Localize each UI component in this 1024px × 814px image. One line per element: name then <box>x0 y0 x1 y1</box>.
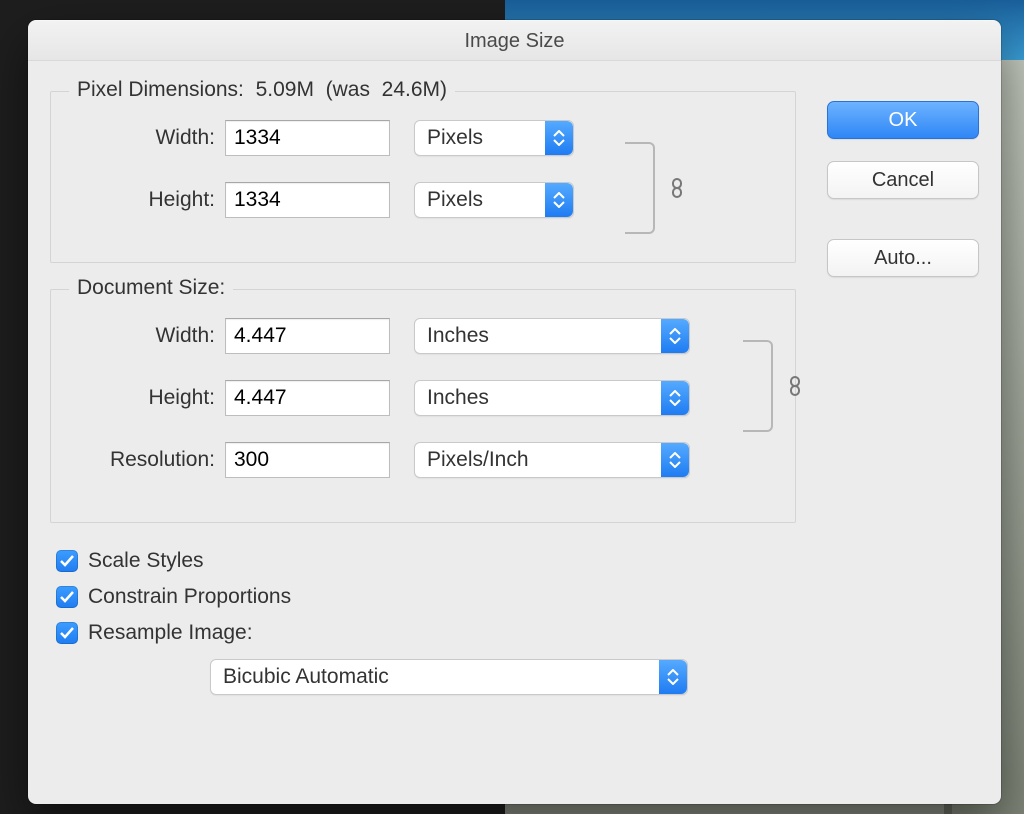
doc-width-unit-select[interactable]: Inches <box>414 318 690 354</box>
pixel-dimensions-was-suffix: ) <box>440 78 447 101</box>
pixel-dimensions-was: 24.6M <box>382 78 440 101</box>
doc-width-input[interactable] <box>225 318 390 354</box>
main-column: Pixel Dimensions: 5.09M (was 24.6M) Widt… <box>50 91 796 695</box>
pixel-height-unit-value: Pixels <box>427 188 483 212</box>
image-size-dialog: Image Size Pixel Dimensions: 5.09M (was … <box>28 20 1001 804</box>
auto-button[interactable]: Auto... <box>827 239 979 277</box>
doc-height-row: Height: Inches <box>69 380 777 416</box>
stepper-icon <box>661 443 689 477</box>
doc-width-unit-value: Inches <box>427 324 489 348</box>
checkbox-checked-icon <box>56 550 78 572</box>
cancel-button[interactable]: Cancel <box>827 161 979 199</box>
ok-button[interactable]: OK <box>827 101 979 139</box>
chain-link-icon <box>667 176 687 200</box>
pixel-dimensions-legend: Pixel Dimensions: 5.09M (was 24.6M) <box>69 78 455 102</box>
constrain-proportions-checkbox[interactable]: Constrain Proportions <box>56 585 796 609</box>
doc-width-label: Width: <box>69 324 225 348</box>
pixel-dimensions-size: 5.09M <box>256 78 314 101</box>
doc-resolution-row: Resolution: Pixels/Inch <box>69 442 777 478</box>
doc-link-bracket <box>743 340 773 432</box>
pixel-height-input[interactable] <box>225 182 390 218</box>
stepper-icon <box>661 381 689 415</box>
doc-resolution-unit-value: Pixels/Inch <box>427 448 529 472</box>
checkbox-checked-icon <box>56 586 78 608</box>
pixel-width-row: Width: Pixels <box>69 120 777 156</box>
dialog-title: Image Size <box>28 21 1001 61</box>
pixel-width-unit-select[interactable]: Pixels <box>414 120 574 156</box>
pixel-dimensions-label: Pixel Dimensions: <box>77 78 244 101</box>
resample-image-label: Resample Image: <box>88 621 253 645</box>
doc-width-row: Width: Inches <box>69 318 777 354</box>
stepper-icon <box>545 183 573 217</box>
doc-resolution-input[interactable] <box>225 442 390 478</box>
chain-link-icon <box>785 374 805 398</box>
pixel-link-bracket <box>625 142 655 234</box>
pixel-dimensions-group: Pixel Dimensions: 5.09M (was 24.6M) Widt… <box>50 91 796 263</box>
pixel-dimensions-was-prefix: (was <box>326 78 370 101</box>
doc-height-unit-value: Inches <box>427 386 489 410</box>
pixel-width-label: Width: <box>69 126 225 150</box>
resample-method-select[interactable]: Bicubic Automatic <box>210 659 688 695</box>
scale-styles-checkbox[interactable]: Scale Styles <box>56 549 796 573</box>
pixel-width-input[interactable] <box>225 120 390 156</box>
stepper-icon <box>661 319 689 353</box>
doc-height-input[interactable] <box>225 380 390 416</box>
document-size-group: Document Size: Width: Inches Heigh <box>50 289 796 523</box>
side-buttons: OK Cancel Auto... <box>827 101 979 307</box>
stepper-icon <box>545 121 573 155</box>
pixel-height-unit-select[interactable]: Pixels <box>414 182 574 218</box>
resample-image-checkbox[interactable]: Resample Image: <box>56 621 796 645</box>
scale-styles-label: Scale Styles <box>88 549 204 573</box>
doc-height-label: Height: <box>69 386 225 410</box>
doc-height-unit-select[interactable]: Inches <box>414 380 690 416</box>
document-size-legend: Document Size: <box>69 276 233 300</box>
doc-resolution-label: Resolution: <box>69 448 225 472</box>
pixel-height-label: Height: <box>69 188 225 212</box>
pixel-width-unit-value: Pixels <box>427 126 483 150</box>
dialog-content: Pixel Dimensions: 5.09M (was 24.6M) Widt… <box>28 61 1001 715</box>
checkbox-checked-icon <box>56 622 78 644</box>
resample-method-row: Bicubic Automatic <box>210 659 796 695</box>
stepper-icon <box>659 660 687 694</box>
doc-resolution-unit-select[interactable]: Pixels/Inch <box>414 442 690 478</box>
resample-method-value: Bicubic Automatic <box>223 665 389 689</box>
constrain-proportions-label: Constrain Proportions <box>88 585 291 609</box>
